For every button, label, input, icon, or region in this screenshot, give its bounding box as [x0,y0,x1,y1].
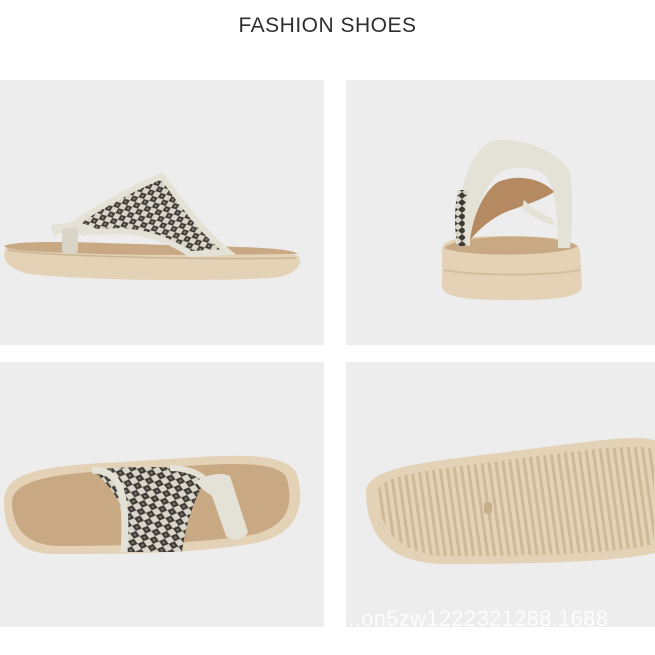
product-image-top-view[interactable] [0,362,324,627]
watermark-text: ...on5zw1222321288.1688 [342,606,609,631]
sandal-top-view-illustration [4,455,301,554]
product-image-side-view[interactable] [0,80,324,345]
page-title: FASHION SHOES [238,14,417,37]
product-image-back-view[interactable] [346,80,655,345]
sandal-side-view-illustration [4,172,301,281]
product-image-outsole-view[interactable] [346,362,655,627]
sandal-back-view-illustration [442,139,582,300]
sandal-outsole-illustration [366,437,655,564]
